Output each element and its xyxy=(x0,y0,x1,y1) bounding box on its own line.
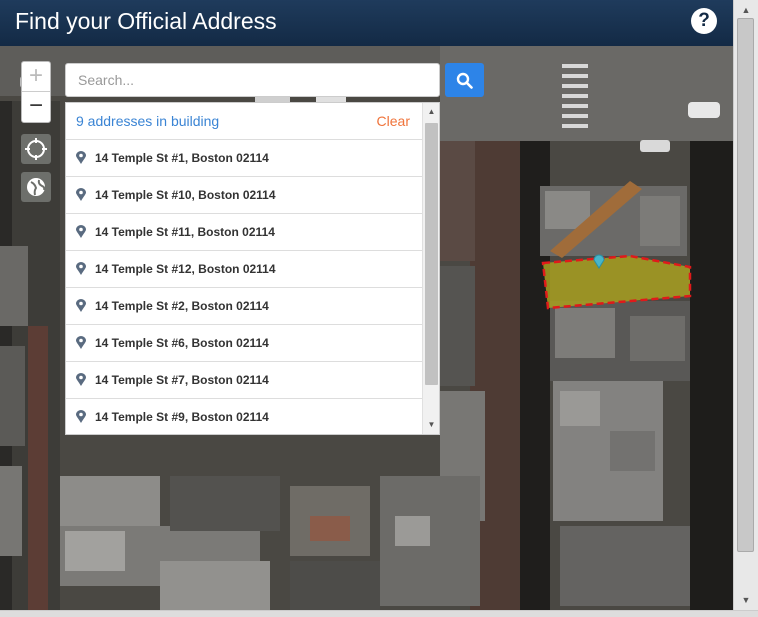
results-count: 9 addresses in building xyxy=(76,113,220,129)
zoom-in-button[interactable]: + xyxy=(22,62,50,92)
help-button[interactable]: ? xyxy=(691,8,717,34)
app-window: Find your Official Address ? + − Search.… xyxy=(0,0,758,617)
list-item[interactable]: 14 Temple St #12, Boston 02114 xyxy=(66,251,422,288)
list-item[interactable]: 14 Temple St #9, Boston 02114 xyxy=(66,399,422,434)
locate-button[interactable] xyxy=(21,134,51,164)
crosshair-icon xyxy=(25,138,47,160)
map-pin-icon xyxy=(76,373,86,386)
results-scrollbar[interactable]: ▲ ▼ xyxy=(422,103,439,434)
list-item[interactable]: 14 Temple St #10, Boston 02114 xyxy=(66,177,422,214)
page-scroll-up-icon[interactable]: ▲ xyxy=(734,2,758,18)
page-scrollbar[interactable]: ▲ ▼ xyxy=(733,0,758,610)
list-item[interactable]: 14 Temple St #7, Boston 02114 xyxy=(66,362,422,399)
app-header: Find your Official Address ? xyxy=(0,0,733,46)
search-button[interactable] xyxy=(445,63,484,97)
page-title: Find your Official Address xyxy=(15,8,277,34)
address-label: 14 Temple St #12, Boston 02114 xyxy=(95,262,276,276)
list-item[interactable]: 14 Temple St #6, Boston 02114 xyxy=(66,325,422,362)
globe-icon xyxy=(27,178,46,196)
horizontal-scrollbar[interactable] xyxy=(0,610,758,617)
address-label: 14 Temple St #11, Boston 02114 xyxy=(95,225,275,239)
results-panel: 9 addresses in building Clear 14 Temple … xyxy=(65,102,440,435)
basemap-button[interactable] xyxy=(21,172,51,202)
address-label: 14 Temple St #1, Boston 02114 xyxy=(95,151,269,165)
search-input[interactable] xyxy=(65,63,440,97)
list-item[interactable]: 14 Temple St #1, Boston 02114 xyxy=(66,140,422,177)
map-pin-icon xyxy=(76,225,86,238)
page-scrollbar-thumb[interactable] xyxy=(737,18,754,552)
address-label: 14 Temple St #6, Boston 02114 xyxy=(95,336,269,350)
address-label: 14 Temple St #10, Boston 02114 xyxy=(95,188,276,202)
map-pin-icon xyxy=(76,336,86,349)
address-label: 14 Temple St #7, Boston 02114 xyxy=(95,373,269,387)
zoom-out-button[interactable]: − xyxy=(22,92,50,122)
map-pin-icon xyxy=(76,299,86,312)
clear-button[interactable]: Clear xyxy=(377,113,410,129)
address-label: 14 Temple St #2, Boston 02114 xyxy=(95,299,269,313)
page-scroll-down-icon[interactable]: ▼ xyxy=(734,592,758,608)
results-scrollbar-thumb[interactable] xyxy=(425,123,438,385)
search-icon xyxy=(456,72,473,89)
map-pin-icon xyxy=(76,188,86,201)
zoom-control: + − xyxy=(21,61,51,123)
address-label: 14 Temple St #9, Boston 02114 xyxy=(95,410,269,424)
map-pin-icon xyxy=(76,410,86,423)
map-pin-icon xyxy=(76,262,86,275)
list-item[interactable]: 14 Temple St #11, Boston 02114 xyxy=(66,214,422,251)
results-list: 14 Temple St #1, Boston 02114 14 Temple … xyxy=(66,140,422,434)
list-item[interactable]: 14 Temple St #2, Boston 02114 xyxy=(66,288,422,325)
scroll-up-arrow-icon[interactable]: ▲ xyxy=(423,105,439,119)
results-header: 9 addresses in building Clear xyxy=(66,103,422,140)
scroll-down-arrow-icon[interactable]: ▼ xyxy=(423,418,439,432)
map-pin-icon xyxy=(76,151,86,164)
